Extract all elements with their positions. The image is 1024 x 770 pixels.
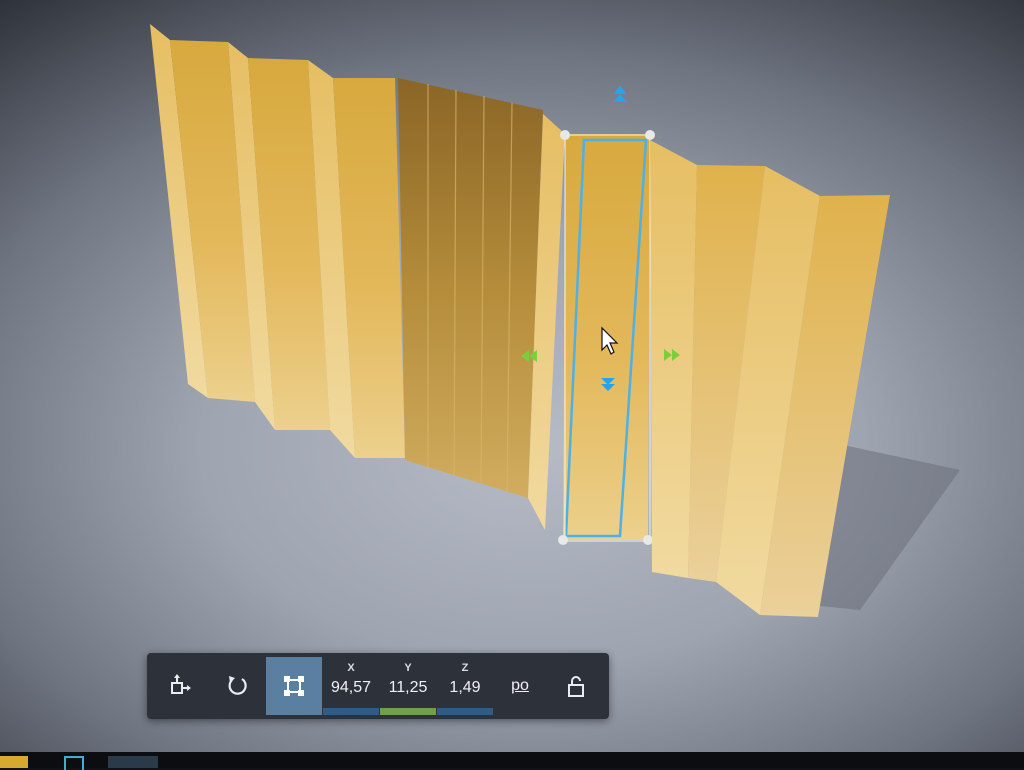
unit-toggle[interactable]: po: [504, 657, 536, 715]
selection-corner-handle[interactable]: [558, 535, 568, 545]
z-axis-bar: [437, 708, 493, 715]
lock-open-icon: [568, 676, 584, 697]
y-coordinate-field[interactable]: Y 11,25: [380, 657, 436, 715]
x-coordinate-field[interactable]: X 94,57: [323, 657, 379, 715]
bounding-box-icon: [284, 676, 304, 696]
selection-corner-handle[interactable]: [560, 130, 570, 140]
rotate-button[interactable]: [210, 657, 264, 715]
z-coordinate-field[interactable]: Z 1,49: [437, 657, 493, 715]
taskbar-active-app-icon[interactable]: [108, 756, 158, 768]
rotate-icon: [228, 676, 247, 695]
bounding-box-button[interactable]: [266, 657, 322, 715]
selection-corner-handle[interactable]: [643, 535, 653, 545]
move-up-arrow-icon[interactable]: [613, 86, 627, 102]
selection-corner-handle[interactable]: [645, 130, 655, 140]
wall-panels-left: [150, 24, 405, 458]
folder-icon[interactable]: [0, 756, 28, 768]
y-value: 11,25: [388, 679, 428, 696]
lock-button[interactable]: [549, 657, 603, 715]
transform-toolbar: X 94,57 Y 11,25 Z 1,49 po: [147, 653, 609, 719]
x-axis-bar: [323, 708, 379, 715]
x-value: 94,57: [330, 679, 372, 696]
3d-viewport[interactable]: X 94,57 Y 11,25 Z 1,49 po: [0, 0, 1024, 768]
y-axis-label: Y: [404, 662, 412, 674]
move-object-icon: [171, 674, 191, 694]
x-axis-label: X: [347, 662, 355, 674]
os-taskbar: [0, 752, 1024, 770]
y-axis-bar: [380, 708, 436, 715]
wall-panels-middle: [398, 78, 565, 530]
move-object-button[interactable]: [153, 657, 207, 715]
z-value: 1,49: [449, 679, 481, 696]
z-axis-label: Z: [461, 662, 469, 674]
